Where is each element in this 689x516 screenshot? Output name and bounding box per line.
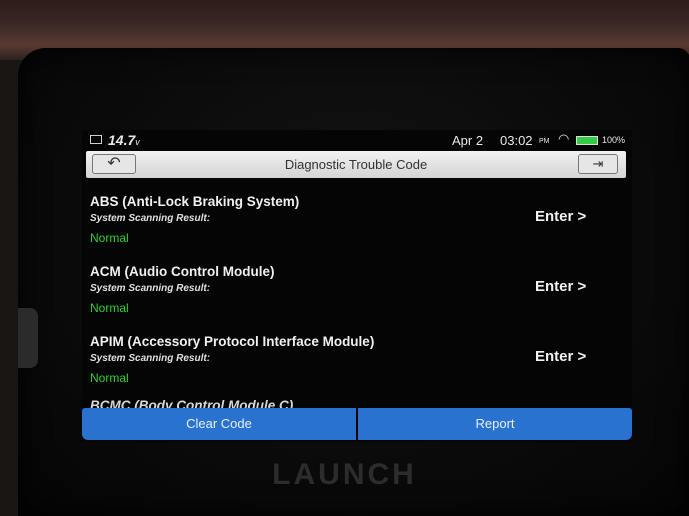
- title-bar: ↶ Diagnostic Trouble Code ⇥: [86, 151, 626, 178]
- status-date: Apr 2: [452, 133, 484, 148]
- system-row-abs: ABS (Anti-Lock Braking System) System Sc…: [82, 184, 632, 254]
- scan-result-label: System Scanning Result:: [90, 213, 211, 224]
- action-bar: Clear Code Report: [82, 408, 632, 442]
- scan-result-value: Normal: [90, 231, 129, 245]
- scan-result-value: Normal: [90, 301, 129, 315]
- scan-result-value: Normal: [90, 371, 129, 385]
- clear-code-button[interactable]: Clear Code: [82, 408, 356, 440]
- gallery-icon: [90, 135, 102, 144]
- system-row-apim: APIM (Accessory Protocol Interface Modul…: [82, 324, 632, 394]
- device-screen: 14.7v Apr 2 03:02 PM ◠ 100% ↶ Diagnostic…: [82, 130, 632, 442]
- exit-icon: ⇥: [592, 156, 604, 171]
- wifi-icon: ◠: [558, 131, 570, 146]
- system-name: ACM (Audio Control Module): [90, 264, 275, 279]
- brand-logo: LAUNCH: [272, 458, 417, 491]
- battery-voltage: 14.7v: [108, 132, 140, 148]
- exit-button[interactable]: ⇥: [578, 154, 618, 174]
- enter-button[interactable]: Enter >: [535, 348, 586, 365]
- status-time: 03:02: [500, 133, 533, 148]
- scan-result-label: System Scanning Result:: [90, 353, 211, 364]
- system-name: ABS (Anti-Lock Braking System): [90, 194, 300, 209]
- battery-icon: [576, 136, 598, 145]
- status-bar: 14.7v Apr 2 03:02 PM ◠ 100%: [82, 130, 632, 150]
- battery-percent: 100%: [602, 135, 626, 145]
- system-name: APIM (Accessory Protocol Interface Modul…: [90, 334, 375, 349]
- system-row-acm: ACM (Audio Control Module) System Scanni…: [82, 254, 632, 324]
- report-button[interactable]: Report: [358, 408, 632, 440]
- scan-result-label: System Scanning Result:: [90, 283, 211, 294]
- enter-button[interactable]: Enter >: [535, 278, 586, 295]
- device-edge: [18, 308, 38, 368]
- page-title: Diagnostic Trouble Code: [284, 157, 428, 172]
- status-ampm: PM: [539, 138, 550, 145]
- system-list[interactable]: ABS (Anti-Lock Braking System) System Sc…: [82, 184, 632, 410]
- enter-button[interactable]: Enter >: [535, 208, 586, 225]
